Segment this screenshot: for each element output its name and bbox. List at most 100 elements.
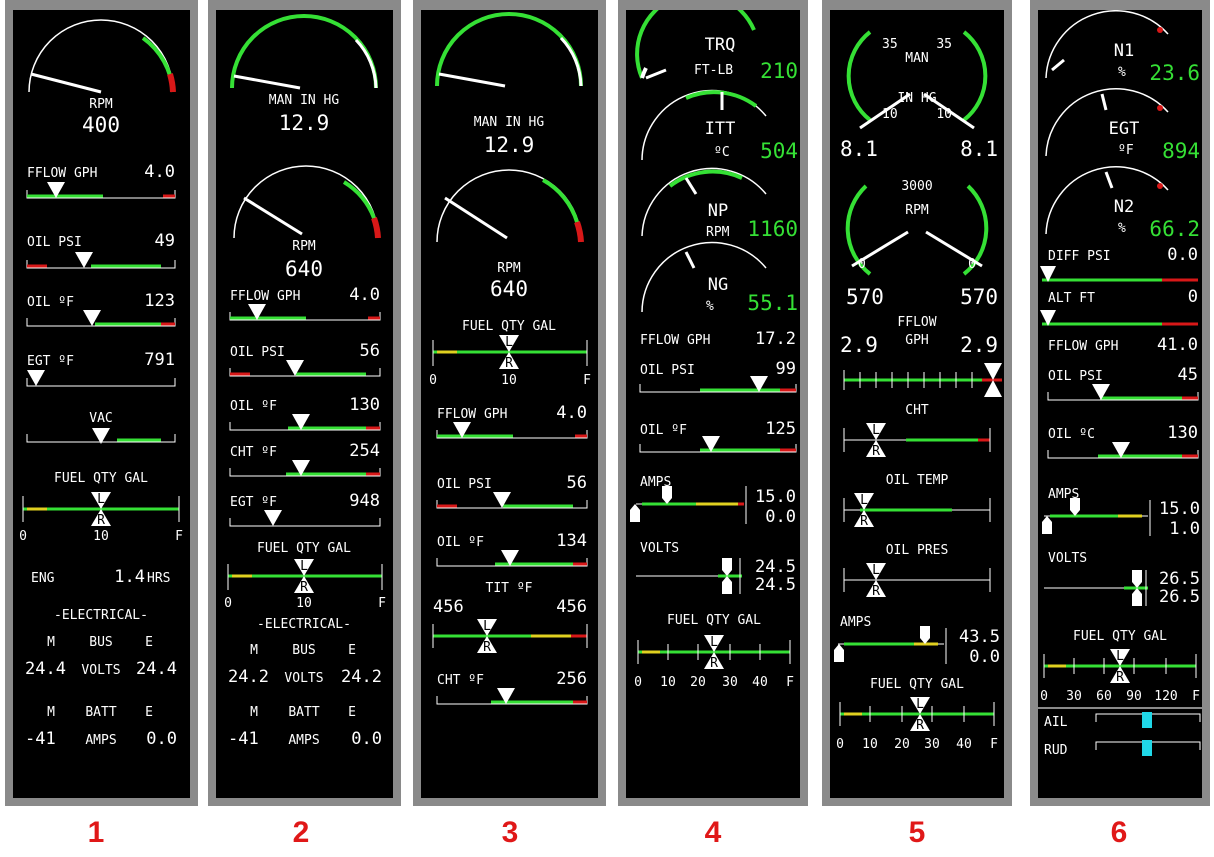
amps-top-value: 15.0 [1159,499,1200,519]
egt-needle [1100,93,1108,111]
fflow-dual-bar: FFLOW GPH 2.9 2.9 [840,315,1002,397]
fflow-left-value: 2.9 [840,333,878,357]
itt-label: ITT [705,119,736,139]
volts-bottom-pointer [722,576,732,594]
fflow-value: 4.0 [144,162,175,182]
egt-value: 894 [1162,139,1200,163]
oil-psi-value: 56 [567,473,587,493]
fflow-label: FFLOW [897,315,936,330]
oil-c-label: OIL ºC [1048,427,1095,442]
diff-psi-label: DIFF PSI [1048,249,1111,264]
panel-4-screen: TRQ FT-LB 210 ITT ºC 504 NP RPM 1160 NG … [626,10,800,798]
rpm-gauge: RPM 640 [233,165,381,281]
fflow-label: FFLOW GPH [640,333,710,348]
volts-label: VOLTS [81,663,120,678]
man-value: 12.9 [484,133,535,157]
fuel-tick: 0 [836,737,844,752]
volts-m: 24.4 [25,659,66,679]
np-value: 1160 [747,217,798,241]
oil-f-value: 125 [765,419,796,439]
rpm-left-value: 570 [846,285,884,309]
n2-needle [1104,171,1114,189]
fflow-right-pointer [984,380,1002,397]
amps-bar: AMPS 43.5 0.0 [834,615,1000,667]
oil-f-bar: OIL ºF 125 [639,419,797,453]
n2-gauge: N2 % 66.2 [1045,166,1200,241]
fuel-tick-10: 10 [296,596,312,611]
rpm-needle [30,72,102,94]
fuel-tick: F [990,737,998,752]
n1-unit: % [1118,65,1126,80]
batt-label: BATT [288,705,319,720]
rud-trim: RUD [1044,740,1201,758]
volts-label: VOLTS [284,671,323,686]
fuel-label: FUEL QTY GAL [870,677,964,692]
rud-label: RUD [1044,743,1068,758]
fuel-right-tank: R [710,656,718,671]
oil-pres-left-marker: L [872,563,880,578]
rpm-gauge: RPM 400 [28,19,176,137]
tit-left: 456 [433,597,464,617]
man-label: MAN IN HG [269,93,340,108]
fuel-left-tank: L [710,635,718,650]
oil-psi-bar: OIL PSI 56 [229,341,381,377]
amps-bar: AMPS 15.0 0.0 [630,475,796,527]
amps-bottom-pointer [834,644,844,662]
fuel-label: FUEL QTY GAL [54,471,148,486]
ail-indicator [1142,712,1152,728]
cht-label: CHT ºF [437,673,484,688]
fuel-tick: 30 [1066,689,1082,704]
rpm-label: RPM [905,203,929,218]
fuel-qty-bar: FUEL QTY GAL L R 0 10 F [429,319,591,388]
fuel-left-tank: L [1116,649,1124,664]
panel-6-screen: N1 % 23.6 EGT ºF 894 N2 % 66.2 DIFF PSI … [1038,10,1202,798]
tit-left-tank: L [483,619,491,634]
batt-m: M [47,705,55,720]
oil-psi-bar: OIL PSI 56 [436,473,588,509]
volts-label: VOLTS [1048,551,1087,566]
volts-label: VOLTS [640,541,679,556]
fuel-tick: 30 [722,675,738,690]
panel-5-svg: 35 35 MAN IN HG 10 10 8.1 8.1 3000 RPM 0… [834,30,1002,752]
egt-label: EGT ºF [27,354,74,369]
panel-number-4: 4 [704,816,722,849]
man-value: 12.9 [279,111,330,135]
rpm-tick-0-left: 0 [858,257,866,272]
rpm-tick-3000: 3000 [901,179,932,194]
fuel-right-tank: R [916,718,924,733]
amps-label: AMPS [840,615,871,630]
panel-2-screen: MAN IN HG 12.9 RPM 640 FFLOW GPH 4.0 OIL… [216,10,393,798]
oil-psi-label: OIL PSI [1048,369,1103,384]
volts-bottom-value: 26.5 [1159,587,1200,607]
eng-label: ENG [31,571,55,586]
fuel-right-tank: R [97,513,105,528]
fuel-right-tank: R [1116,670,1124,685]
man-right-value: 8.1 [960,137,998,161]
fuel-left-tank: L [300,559,308,574]
amps-bottom-value: 0.0 [969,647,1000,667]
man-tick-10-right: 10 [936,107,952,122]
cht-bar: CHT ºF 256 [436,669,588,705]
fuel-tick: F [786,675,794,690]
fuel-tick: 30 [924,737,940,752]
ail-label: AIL [1044,715,1068,730]
egt-pointer [27,370,45,386]
trq-gauge: TRQ FT-LB 210 [635,10,798,83]
batt-m: M [250,705,258,720]
fuel-tick-10: 10 [501,373,517,388]
itt-unit: ºC [714,145,730,160]
egt-label: EGT [1109,119,1140,139]
oil-psi-value: 45 [1178,365,1198,385]
fflow-right-value: 2.9 [960,333,998,357]
oil-psi-label: OIL PSI [640,363,695,378]
panel-3-svg: MAN IN HG 12.9 RPM 640 FUEL QTY GAL L R … [429,12,591,705]
alt-bar: ALT FT 0 [1040,287,1198,326]
fuel-tick-f: F [378,596,386,611]
fflow-label: FFLOW GPH [230,289,300,304]
n1-gauge: N1 % 23.6 [1045,10,1200,85]
electrical-section: -ELECTRICAL- M BUS E 24.2 VOLTS 24.2 M B… [228,617,382,749]
vac-label: VAC [89,411,112,426]
panel-2-svg: MAN IN HG 12.9 RPM 640 FFLOW GPH 4.0 OIL… [224,14,386,749]
bus-e: E [348,643,356,658]
oil-f-label: OIL ºF [640,423,687,438]
